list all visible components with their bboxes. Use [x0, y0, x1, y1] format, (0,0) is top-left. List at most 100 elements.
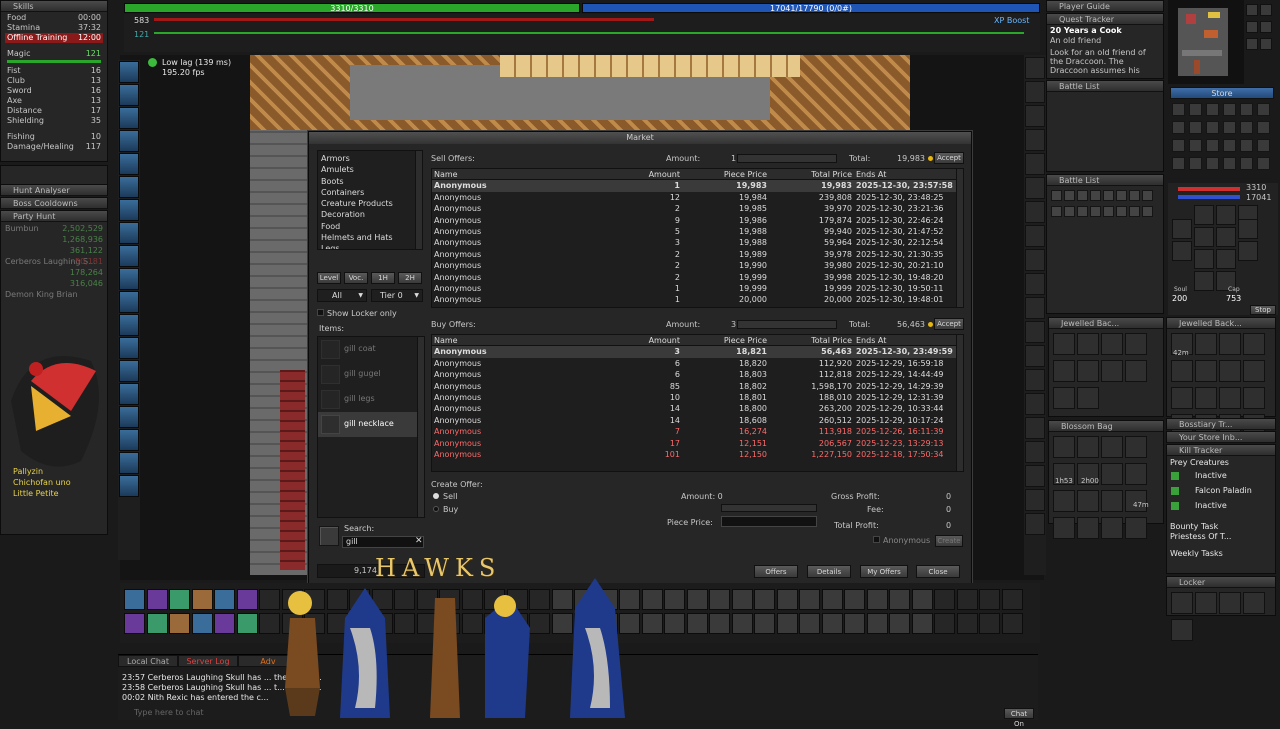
- table-row[interactable]: Anonymous 10 18,801 188,010 2025-12-29, 12:3…: [432, 392, 963, 403]
- action-slot[interactable]: [119, 84, 139, 106]
- party-list-name[interactable]: Little Petite: [13, 488, 71, 499]
- table-row[interactable]: Anonymous 9 19,986 179,874 2025-12-30, 22:46…: [432, 215, 963, 226]
- item-row[interactable]: gill necklace: [318, 412, 424, 437]
- action-slot[interactable]: [119, 383, 139, 405]
- quick-icon[interactable]: [1257, 103, 1270, 116]
- action-slot[interactable]: [1025, 345, 1045, 367]
- container-slot[interactable]: [1101, 333, 1123, 355]
- column-header-ends-at[interactable]: Ends At: [856, 335, 956, 346]
- container-slot[interactable]: [1125, 517, 1147, 539]
- action-slot[interactable]: [119, 429, 139, 451]
- action-slot[interactable]: [119, 337, 139, 359]
- minimap-button[interactable]: [1246, 21, 1258, 33]
- hotbar-slot[interactable]: [146, 589, 168, 610]
- quick-icon[interactable]: [1240, 157, 1253, 170]
- hotbar-slot[interactable]: [169, 613, 190, 634]
- hotbar-slot[interactable]: [191, 613, 213, 634]
- store-button[interactable]: Store: [1170, 87, 1274, 99]
- table-row[interactable]: Anonymous 3 18,821 56,463 2025-12-30, 23:49:…: [432, 346, 963, 358]
- table-row[interactable]: Anonymous 2 19,985 39,970 2025-12-30, 23:21:…: [432, 203, 963, 214]
- equipment-slot[interactable]: [1194, 271, 1214, 291]
- battle-filter-icon[interactable]: [1103, 206, 1114, 217]
- sell-radio[interactable]: Sell: [433, 492, 457, 501]
- offers-button[interactable]: Offers: [754, 565, 798, 578]
- category-item[interactable]: Boots: [321, 176, 419, 187]
- table-row[interactable]: Anonymous 2 19,989 39,978 2025-12-30, 21:30:…: [432, 249, 963, 260]
- action-slot[interactable]: [1025, 201, 1045, 223]
- hotbar-slot[interactable]: [889, 589, 910, 610]
- table-row[interactable]: Anonymous 14 18,608 260,512 2025-12-29, 10:1…: [432, 415, 963, 426]
- buy-amount-slider[interactable]: [737, 320, 837, 329]
- action-slot[interactable]: [1025, 465, 1045, 487]
- equipment-slot[interactable]: [1216, 227, 1236, 247]
- quick-icon[interactable]: [1206, 139, 1219, 152]
- action-slot[interactable]: [119, 360, 139, 382]
- action-slot[interactable]: [119, 291, 139, 313]
- anonymous-checkbox[interactable]: Anonymous: [873, 536, 930, 545]
- quick-icon[interactable]: [1257, 139, 1270, 152]
- table-row[interactable]: Anonymous 6 18,803 112,818 2025-12-29, 14:44…: [432, 369, 963, 380]
- container-slot[interactable]: [1243, 387, 1265, 409]
- battle-filter-icon[interactable]: [1090, 206, 1101, 217]
- sell-accept-button[interactable]: Accept: [934, 152, 964, 164]
- hotbar-slot[interactable]: [821, 613, 843, 634]
- category-item[interactable]: Helmets and Hats: [321, 232, 419, 243]
- hotbar-slot[interactable]: [979, 613, 1000, 634]
- boss-cooldowns[interactable]: Boss Cooldowns: [0, 197, 108, 209]
- hotbar-slot[interactable]: [686, 589, 708, 610]
- battle-filter-icon[interactable]: [1116, 206, 1127, 217]
- prey-row[interactable]: Falcon Paladin: [1167, 484, 1275, 499]
- action-slot[interactable]: [1025, 105, 1045, 127]
- container-slot[interactable]: [1125, 463, 1147, 485]
- action-slot[interactable]: [119, 153, 139, 175]
- create-amount-slider[interactable]: [721, 504, 817, 512]
- quick-icon[interactable]: [1172, 157, 1185, 170]
- action-slot[interactable]: [119, 130, 139, 152]
- quick-icon[interactable]: [1257, 121, 1270, 134]
- hotbar-slot[interactable]: [776, 613, 798, 634]
- category-item[interactable]: Food: [321, 221, 419, 232]
- column-header-amount[interactable]: Amount: [632, 169, 680, 180]
- quick-icon[interactable]: [1206, 121, 1219, 134]
- column-header-total-price[interactable]: Total Price: [777, 335, 852, 346]
- battle-filter-icon[interactable]: [1142, 190, 1153, 201]
- chat-tab[interactable]: Server Log: [178, 655, 238, 667]
- vocation-select[interactable]: All ▼: [317, 289, 367, 302]
- quick-icon[interactable]: [1189, 121, 1202, 134]
- table-row[interactable]: Anonymous 1 19,999 19,999 2025-12-30, 19:50:…: [432, 283, 963, 294]
- hotbar-slot[interactable]: [146, 613, 168, 634]
- equipment-slot[interactable]: [1172, 219, 1192, 239]
- quick-icon[interactable]: [1189, 157, 1202, 170]
- container-slot[interactable]: [1219, 360, 1241, 382]
- container-slot[interactable]: [1243, 333, 1265, 355]
- action-slot[interactable]: [1025, 417, 1045, 439]
- piece-price-input[interactable]: [721, 516, 817, 527]
- action-slot[interactable]: [1025, 273, 1045, 295]
- action-slot[interactable]: [1025, 441, 1045, 463]
- container-slot[interactable]: [1219, 387, 1241, 409]
- action-slot[interactable]: [1025, 225, 1045, 247]
- table-row[interactable]: Anonymous 7 16,274 113,918 2025-12-26, 16:11…: [432, 426, 963, 437]
- container-slot[interactable]: [1053, 333, 1075, 355]
- party-list-name[interactable]: Pallyzin: [13, 466, 71, 477]
- action-slot[interactable]: [1025, 129, 1045, 151]
- container-slot[interactable]: [1243, 592, 1265, 614]
- battle-filter-icon[interactable]: [1064, 206, 1075, 217]
- minimap-button[interactable]: [1246, 4, 1258, 16]
- container-slot[interactable]: [1101, 360, 1123, 382]
- item-list[interactable]: gill coat gill gugel gill legs gill necklac…: [317, 336, 425, 518]
- action-slot[interactable]: [1025, 177, 1045, 199]
- action-slot[interactable]: [119, 107, 139, 129]
- action-slot[interactable]: [119, 452, 139, 474]
- chat-on-button[interactable]: Chat On: [1004, 708, 1034, 728]
- stop-button[interactable]: Stop: [1250, 305, 1276, 315]
- container-slot[interactable]: [1077, 517, 1099, 539]
- equipment-slot[interactable]: [1194, 205, 1214, 225]
- container-slot[interactable]: [1053, 490, 1075, 512]
- battle-filter-icon[interactable]: [1077, 190, 1088, 201]
- hotbar-slot[interactable]: [866, 589, 888, 610]
- category-item[interactable]: Armors: [321, 153, 419, 164]
- details-button[interactable]: Details: [807, 565, 851, 578]
- equipment-slot[interactable]: [1194, 249, 1214, 269]
- table-row[interactable]: Anonymous 6 18,820 112,920 2025-12-29, 16:59…: [432, 358, 963, 369]
